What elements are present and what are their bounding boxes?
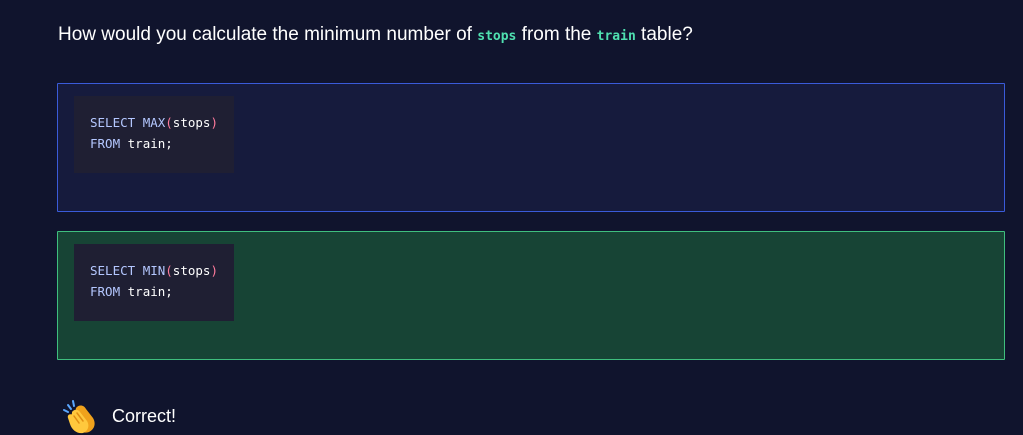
sql-keyword: SELECT	[90, 115, 143, 130]
question-text: How would you calculate the minimum numb…	[58, 22, 693, 50]
answer-option-min[interactable]: SELECT MIN(stops) FROM train;	[57, 231, 1005, 360]
sql-keyword: FROM	[90, 284, 128, 299]
quiz-page: How would you calculate the minimum numb…	[0, 0, 1023, 435]
answer-option-max[interactable]: SELECT MAX(stops) FROM train;	[57, 83, 1005, 212]
feedback-text: Correct!	[112, 405, 177, 426]
sql-argument: stops	[172, 263, 211, 278]
code-block: SELECT MIN(stops) FROM train;	[74, 244, 234, 321]
sql-table: train;	[127, 284, 173, 299]
sql-paren-close: )	[210, 263, 218, 278]
inline-code-train: train	[596, 29, 636, 44]
clapping-hands-icon	[63, 400, 95, 434]
sql-keyword: FROM	[90, 136, 128, 151]
sql-keyword: SELECT	[90, 263, 143, 278]
question-middle: from the	[516, 24, 597, 45]
sql-argument: stops	[172, 115, 211, 130]
sql-function: MAX	[142, 115, 166, 130]
question-suffix: table?	[635, 24, 693, 45]
sql-paren-open: (	[165, 115, 173, 130]
sql-paren-close: )	[210, 115, 218, 130]
inline-code-stops: stops	[477, 29, 517, 44]
sql-table: train;	[127, 136, 173, 151]
code-block: SELECT MAX(stops) FROM train;	[74, 96, 234, 173]
sql-function: MIN	[142, 263, 166, 278]
question-prefix: How would you calculate the minimum numb…	[58, 24, 478, 45]
sql-paren-open: (	[165, 263, 173, 278]
feedback-row: Correct!	[62, 398, 176, 434]
